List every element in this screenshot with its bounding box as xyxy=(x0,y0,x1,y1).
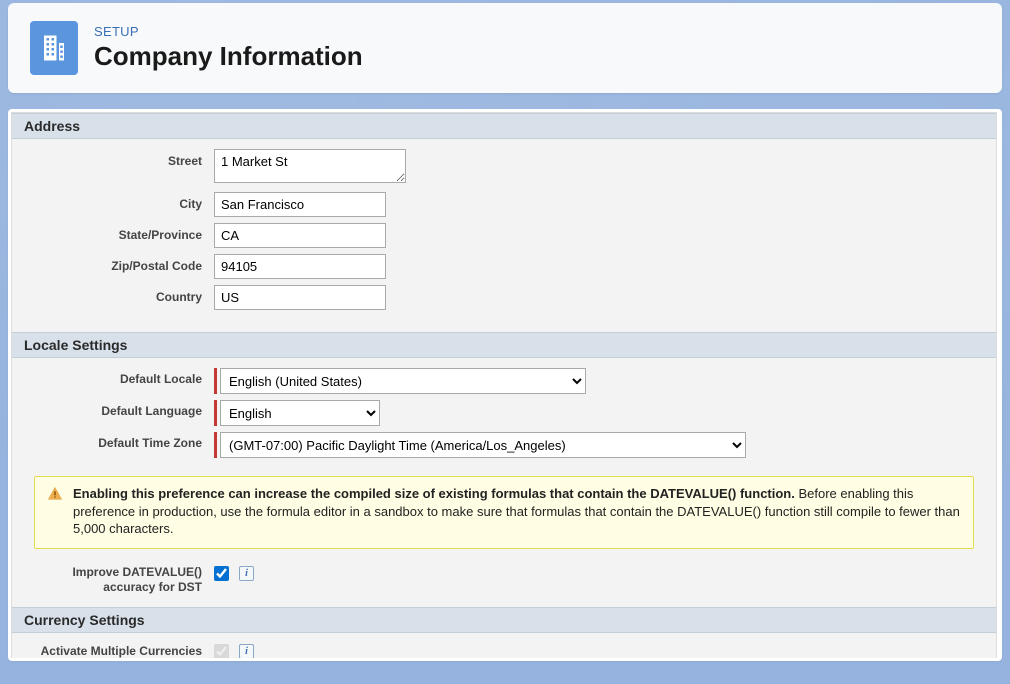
page-header: SETUP Company Information xyxy=(8,3,1002,93)
activate-multi-currency-checkbox xyxy=(214,644,229,658)
page-title: Company Information xyxy=(94,41,363,72)
default-locale-select[interactable]: English (United States) xyxy=(220,368,586,394)
default-timezone-label: Default Time Zone xyxy=(26,432,214,450)
warning-icon xyxy=(47,486,63,502)
default-language-label: Default Language xyxy=(26,400,214,418)
country-input[interactable] xyxy=(214,285,386,310)
state-label: State/Province xyxy=(26,223,214,242)
zip-input[interactable] xyxy=(214,254,386,279)
content-scroll[interactable]: Address Street 1 Market St City State/Pr… xyxy=(11,112,999,658)
default-timezone-select[interactable]: (GMT-07:00) Pacific Daylight Time (Ameri… xyxy=(220,432,746,458)
datevalue-warning: Enabling this preference can increase th… xyxy=(34,476,974,549)
improve-datevalue-checkbox[interactable] xyxy=(214,566,229,581)
info-icon[interactable]: i xyxy=(239,566,254,581)
country-label: Country xyxy=(26,285,214,304)
locale-form: Default Locale English (United States) D… xyxy=(12,358,996,470)
company-info-icon xyxy=(30,21,78,75)
breadcrumb: SETUP xyxy=(94,24,363,39)
required-indicator xyxy=(214,432,217,458)
section-heading-locale: Locale Settings xyxy=(12,332,996,358)
content-panel: Address Street 1 Market St City State/Pr… xyxy=(8,109,1002,661)
improve-datevalue-row: Improve DATEVALUE() accuracy for DST i xyxy=(12,559,996,607)
warning-text: Enabling this preference can increase th… xyxy=(73,485,961,538)
building-icon xyxy=(39,33,69,63)
address-form: Street 1 Market St City State/Province xyxy=(12,139,996,332)
zip-label: Zip/Postal Code xyxy=(26,254,214,273)
section-heading-address: Address xyxy=(12,113,996,139)
city-input[interactable] xyxy=(214,192,386,217)
warning-bold: Enabling this preference can increase th… xyxy=(73,486,795,501)
improve-datevalue-label: Improve DATEVALUE() accuracy for DST xyxy=(26,565,214,595)
activate-multi-currency-label: Activate Multiple Currencies xyxy=(26,643,214,658)
city-label: City xyxy=(26,192,214,211)
required-indicator xyxy=(214,400,217,426)
info-icon[interactable]: i xyxy=(239,644,254,658)
activate-multi-currency-row: Activate Multiple Currencies i xyxy=(12,633,996,658)
default-language-select[interactable]: English xyxy=(220,400,380,426)
default-locale-label: Default Locale xyxy=(26,368,214,386)
section-heading-currency: Currency Settings xyxy=(12,607,996,633)
street-label: Street xyxy=(26,149,214,168)
street-input[interactable]: 1 Market St xyxy=(214,149,406,183)
required-indicator xyxy=(214,368,217,394)
header-text-group: SETUP Company Information xyxy=(94,24,363,72)
state-input[interactable] xyxy=(214,223,386,248)
